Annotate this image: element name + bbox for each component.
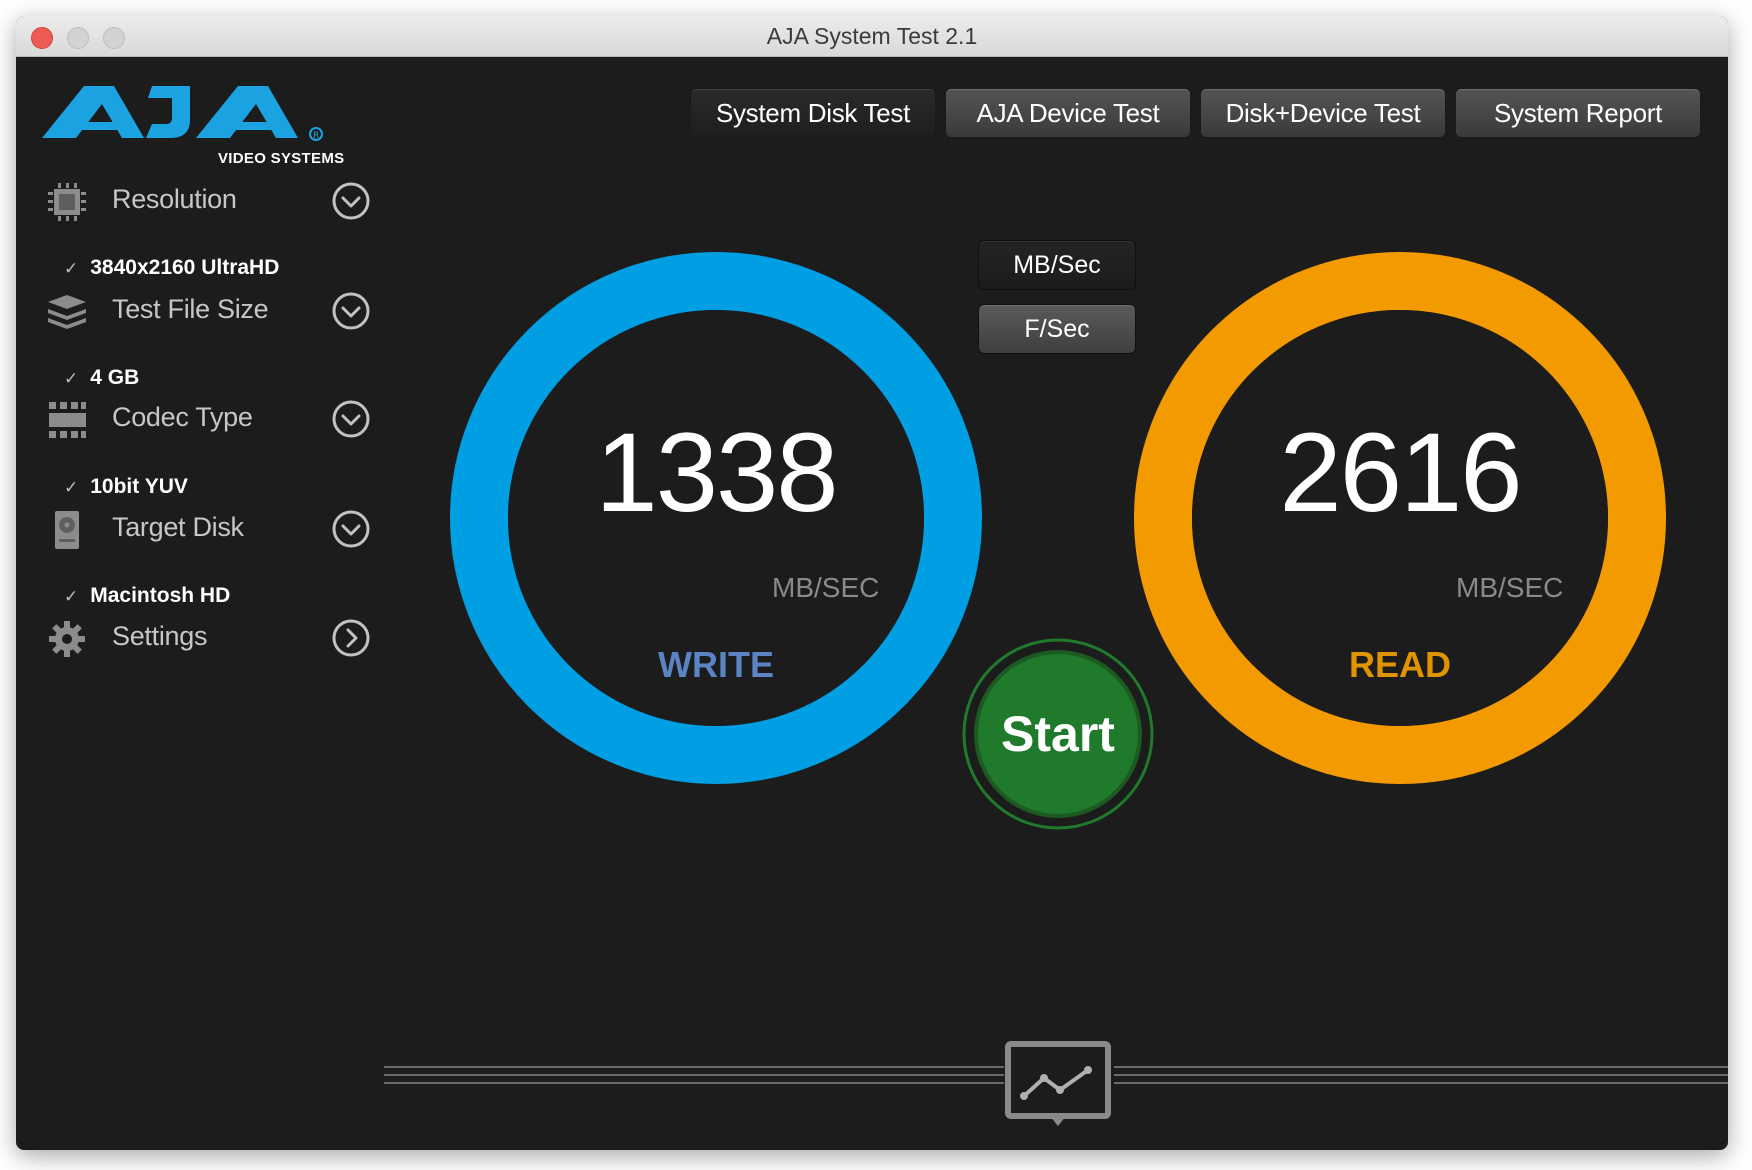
sidebar-item-settings[interactable]: Settings xyxy=(42,613,372,663)
hard-disk-icon xyxy=(55,511,79,549)
test-file-size-value: ✓ 4 GB xyxy=(64,366,140,389)
start-label: Start xyxy=(1001,706,1115,762)
target-disk-value: ✓ Macintosh HD xyxy=(64,584,231,607)
read-speed-unit: MB/SEC xyxy=(1456,572,1564,603)
grid-icon xyxy=(49,402,86,438)
write-label: WRITE xyxy=(658,644,774,685)
gear-icon xyxy=(49,621,85,657)
codec-type-value: ✓ 10bit YUV xyxy=(64,475,188,498)
chip-icon xyxy=(48,183,86,221)
graph-icon[interactable] xyxy=(1004,1040,1114,1138)
check-icon: ✓ xyxy=(64,369,79,388)
sidebar-item-label: Settings xyxy=(112,621,208,651)
aja-logo-icon: R xyxy=(42,86,323,141)
title-bar: AJA System Test 2.1 xyxy=(16,16,1728,57)
read-label: READ xyxy=(1348,644,1451,685)
svg-text:R: R xyxy=(313,131,319,141)
sidebar-item-label: Resolution xyxy=(112,184,237,214)
chevron-down-icon[interactable] xyxy=(332,510,370,548)
chevron-right-icon[interactable] xyxy=(332,619,370,657)
divider-line xyxy=(1114,1082,1728,1084)
logo-subtitle: VIDEO SYSTEMS xyxy=(218,150,345,167)
resolution-value: ✓ 3840x2160 UltraHD xyxy=(64,256,280,279)
chevron-down-icon[interactable] xyxy=(332,182,370,220)
sidebar-item-label: Target Disk xyxy=(112,512,244,542)
divider-line xyxy=(384,1082,1004,1084)
start-button[interactable]: Start xyxy=(960,636,1156,832)
check-icon: ✓ xyxy=(64,587,79,606)
sidebar-item-resolution[interactable]: Resolution xyxy=(42,176,372,226)
tab-system-disk-test[interactable]: System Disk Test xyxy=(690,88,936,138)
write-speed-unit: MB/SEC xyxy=(772,572,880,603)
f-sec-button[interactable]: F/Sec xyxy=(978,304,1136,354)
write-speed-value: 1338 xyxy=(595,410,838,535)
layers-icon xyxy=(48,295,86,329)
divider-line xyxy=(1114,1074,1728,1076)
tab-system-report[interactable]: System Report xyxy=(1455,88,1701,138)
tab-aja-device-test[interactable]: AJA Device Test xyxy=(945,88,1191,138)
sidebar-item-label: Codec Type xyxy=(112,402,253,432)
chevron-down-icon[interactable] xyxy=(332,292,370,330)
sidebar-item-target-disk[interactable]: Target Disk xyxy=(42,504,372,554)
tab-disk-device-test[interactable]: Disk+Device Test xyxy=(1200,88,1446,138)
check-icon: ✓ xyxy=(64,478,79,497)
aja-logo: R VIDEO SYSTEMS xyxy=(40,78,360,170)
app-window: AJA System Test 2.1 R VIDEO SYSTEMS Reso… xyxy=(16,16,1728,1150)
sidebar-item-label: Test File Size xyxy=(112,294,269,324)
check-icon: ✓ xyxy=(64,259,79,278)
read-speed-value: 2616 xyxy=(1279,410,1522,535)
write-gauge: 1338 MB/SEC WRITE xyxy=(448,250,984,786)
chevron-down-icon[interactable] xyxy=(332,400,370,438)
divider-line xyxy=(1114,1066,1728,1068)
divider-line xyxy=(384,1066,1004,1068)
mb-sec-button[interactable]: MB/Sec xyxy=(978,240,1136,290)
window-title: AJA System Test 2.1 xyxy=(766,23,978,49)
read-gauge: 2616 MB/SEC READ xyxy=(1132,250,1668,786)
divider-line xyxy=(384,1074,1004,1076)
sidebar-item-codec-type[interactable]: Codec Type xyxy=(42,394,372,444)
sidebar-item-test-file-size[interactable]: Test File Size xyxy=(42,286,372,336)
